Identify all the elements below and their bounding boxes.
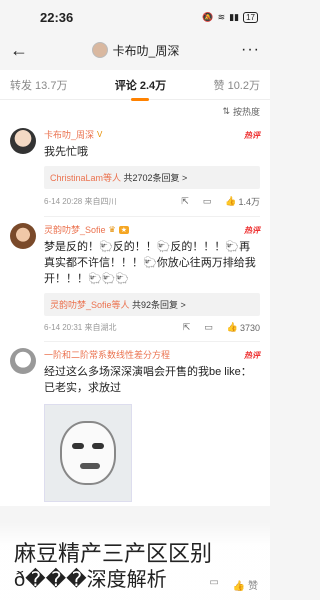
list-item: 卡布叻_周深 V 我先忙哦 ChristinaLam等人 共2702条回复 > … xyxy=(0,122,270,212)
comment-author[interactable]: 卡布叻_周深 xyxy=(44,128,94,141)
avatar xyxy=(91,42,108,58)
tab-reposts[interactable]: 转发 13.7万 xyxy=(10,77,67,93)
replies-link[interactable]: ChristinaLam等人 共2702条回复 > xyxy=(44,166,260,189)
thumbs-up-icon[interactable]: 👍 赞 xyxy=(233,577,258,592)
comment-meta: 6-14 20:31 来自湖北 xyxy=(44,323,117,332)
like-count: 1.4万 xyxy=(238,197,260,207)
like-button[interactable]: 👍 1.4万 xyxy=(225,195,260,208)
share-icon[interactable]: ⇱ xyxy=(183,322,191,333)
sticker-image[interactable] xyxy=(44,404,132,502)
comment-author[interactable]: 一阶和二阶常系数线性差分方程 xyxy=(44,348,170,361)
thumbs-up-icon: 👍 xyxy=(225,196,237,206)
reply-count: 共92条回复 > xyxy=(129,300,186,310)
hot-comment-badge: 热评 xyxy=(244,226,260,235)
tab-likes[interactable]: 赞 10.2万 xyxy=(214,77,260,93)
list-item: 灵韵叻梦_Sofie ♛ ★ 梦是反的！🐑反的！！🐑反的！！！🐑再真实都不许信！… xyxy=(0,217,270,337)
comment-icon[interactable]: ▭ xyxy=(209,577,218,592)
nav-bar: ← 卡布叻_周深 ··· xyxy=(0,34,270,66)
reply-authors: ChristinaLam等人 xyxy=(50,173,122,183)
avatar[interactable] xyxy=(10,223,36,249)
crown-icon: ♛ xyxy=(108,225,116,234)
comment-text: 我先忙哦 xyxy=(44,146,88,158)
like-button[interactable]: 👍 3730 xyxy=(227,322,260,333)
system-icons: 🔕 ≋ ▮▮ 17 xyxy=(202,11,258,23)
nav-title-text: 卡布叻_周深 xyxy=(112,43,180,58)
share-icon[interactable]: ⇱ xyxy=(181,196,189,207)
comment-text: 梦是反的！🐑反的！！🐑反的！！！🐑再真实都不许信！！！🐑你放心往两万排给我开！！… xyxy=(44,241,256,285)
tab-bar: 转发 13.7万 评论 2.4万 赞 10.2万 xyxy=(0,70,270,101)
back-arrow-icon[interactable]: ← xyxy=(10,40,30,61)
like-count: 3730 xyxy=(239,322,260,333)
overlay-actions: ▭ 👍 赞 xyxy=(209,577,258,592)
reply-authors: 灵韵叻梦_Sofie等人 xyxy=(50,300,130,310)
battery-icon: 17 xyxy=(243,11,258,23)
verified-icon: V xyxy=(97,130,103,139)
comment-card: 转发 13.7万 评论 2.4万 赞 10.2万 ⇅ 按热度 卡布叻_周深 V … xyxy=(0,70,270,506)
comment-author[interactable]: 灵韵叻梦_Sofie xyxy=(44,223,106,236)
status-bar: 22:36 🔕 ≋ ▮▮ 17 xyxy=(0,0,270,34)
nav-title[interactable]: 卡布叻_周深 xyxy=(91,42,180,59)
avatar[interactable] xyxy=(10,128,36,154)
sort-label: 按热度 xyxy=(232,106,260,117)
status-time: 22:36 xyxy=(40,9,74,25)
thumbs-up-icon: 👍 xyxy=(226,322,238,332)
comment-meta: 6-14 20:28 来自四川 xyxy=(44,197,117,206)
replies-link[interactable]: 灵韵叻梦_Sofie等人 共92条回复 > xyxy=(44,293,260,316)
tab-comments[interactable]: 评论 2.4万 xyxy=(115,77,166,101)
comment-icon[interactable]: ▭ xyxy=(204,322,213,333)
reply-count: 共2702条回复 > xyxy=(121,173,188,183)
fan-badge: ★ xyxy=(118,225,129,234)
hot-comment-badge: 热评 xyxy=(244,131,260,140)
sort-icon: ⇅ xyxy=(222,105,230,116)
meme-face-icon xyxy=(60,421,116,485)
comment-icon[interactable]: ▭ xyxy=(203,196,212,207)
signal-icon: ▮▮ xyxy=(229,11,240,22)
list-item: 一阶和二阶常系数线性差分方程 经过这么多场深深演唱会开售的我be like：已老… xyxy=(0,342,270,506)
overlay-title: 麻豆精产三产区区别 xyxy=(14,541,213,566)
mute-icon: 🔕 xyxy=(202,11,214,22)
more-dots-icon[interactable]: ··· xyxy=(241,41,260,59)
hot-comment-badge: 热评 xyxy=(244,351,260,360)
sort-control[interactable]: ⇅ 按热度 xyxy=(0,100,270,122)
wifi-icon: ≋ xyxy=(217,11,226,22)
comment-text: 经过这么多场深深演唱会开售的我be like：已老实，求放过 xyxy=(44,366,252,394)
avatar[interactable] xyxy=(10,348,36,374)
overlay-banner: 麻豆精产三产区区别 ð���深度解析 ▭ 👍 赞 xyxy=(0,522,270,600)
